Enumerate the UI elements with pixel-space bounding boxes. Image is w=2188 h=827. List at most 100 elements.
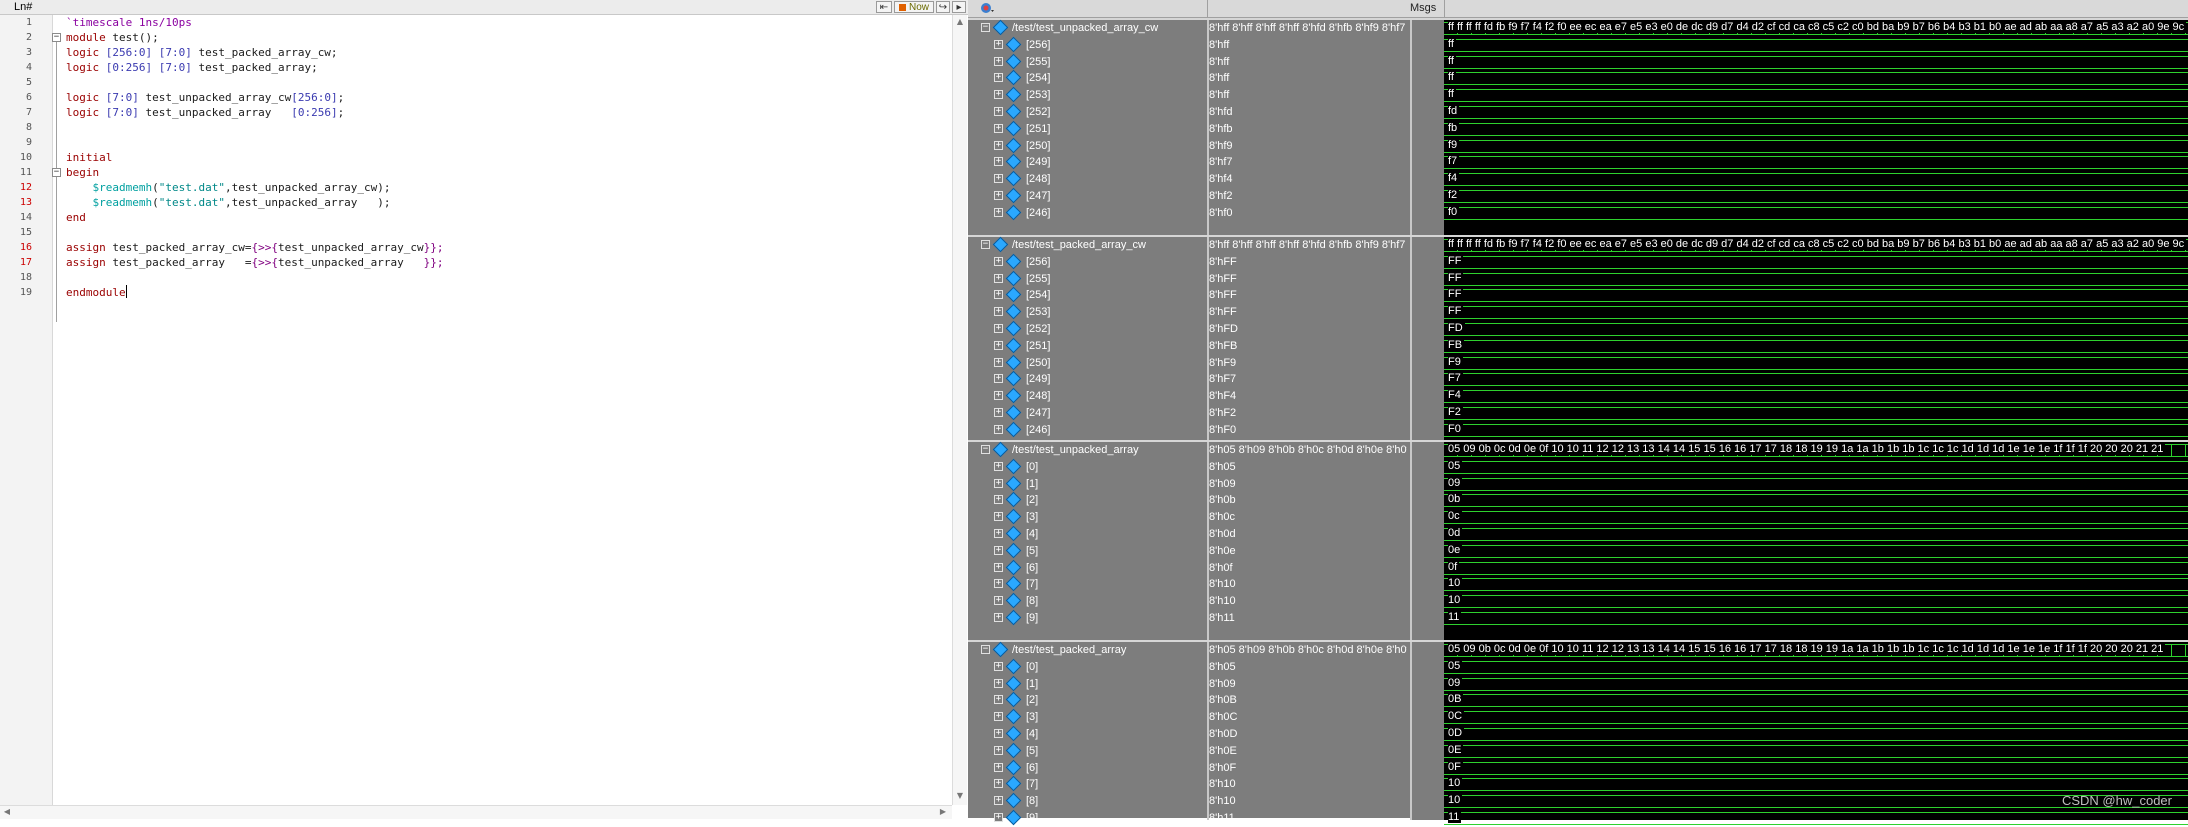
waveform-trace[interactable]: 0B bbox=[1444, 692, 2188, 709]
waveform-trace[interactable]: 0c bbox=[1444, 509, 2188, 526]
signal-row[interactable]: + [255] 8'hFF FF bbox=[968, 270, 2188, 288]
step-button[interactable]: ↪ bbox=[936, 1, 950, 13]
expand-icon[interactable]: + bbox=[994, 729, 1003, 738]
scroll-up-icon[interactable]: ▲ bbox=[955, 17, 965, 27]
expand-icon[interactable]: + bbox=[994, 563, 1003, 572]
expand-icon[interactable]: + bbox=[994, 40, 1003, 49]
expand-icon[interactable]: + bbox=[994, 107, 1003, 116]
waveform-trace[interactable]: ff bbox=[1444, 70, 2188, 87]
waveform-trace[interactable]: 05 09 0b 0c 0d 0e 0f 10 10 11 12 12 13 1… bbox=[1444, 642, 2188, 659]
fold-collapse-icon[interactable]: − bbox=[52, 33, 61, 42]
signal-row[interactable]: + [249] 8'hF7 F7 bbox=[968, 370, 2188, 388]
signal-row[interactable]: + [253] 8'hff ff bbox=[968, 86, 2188, 104]
fold-collapse-icon[interactable]: − bbox=[52, 168, 61, 177]
waveform-trace[interactable]: f0 bbox=[1444, 205, 2188, 222]
signal-row[interactable]: + [252] 8'hFD FD bbox=[968, 320, 2188, 338]
signal-row[interactable]: + [9] 8'h11 11 bbox=[968, 609, 2188, 627]
waveform-trace[interactable]: 0b bbox=[1444, 492, 2188, 509]
waveform-trace[interactable]: 11 bbox=[1444, 610, 2188, 627]
signal-row[interactable]: + [2] 8'h0B 0B bbox=[968, 691, 2188, 709]
signal-row[interactable]: + [248] 8'hf4 f4 bbox=[968, 170, 2188, 188]
waveform-trace[interactable]: 0f bbox=[1444, 560, 2188, 577]
waveform-trace[interactable]: 09 bbox=[1444, 676, 2188, 693]
waveform-trace[interactable]: fd bbox=[1444, 104, 2188, 121]
expand-icon[interactable]: + bbox=[994, 746, 1003, 755]
expand-icon[interactable]: + bbox=[994, 274, 1003, 283]
expand-icon[interactable]: + bbox=[994, 596, 1003, 605]
editor-vertical-scrollbar[interactable]: ▲ ▼ bbox=[952, 15, 967, 805]
signal-row[interactable]: + [256] 8'hFF FF bbox=[968, 253, 2188, 271]
waveform-trace[interactable]: f9 bbox=[1444, 138, 2188, 155]
expand-icon[interactable]: + bbox=[994, 712, 1003, 721]
expand-icon[interactable]: + bbox=[994, 425, 1003, 434]
expand-icon[interactable]: + bbox=[994, 341, 1003, 350]
waveform-trace[interactable]: FF bbox=[1444, 271, 2188, 288]
collapse-icon[interactable]: − bbox=[981, 240, 990, 249]
waveform-trace[interactable]: 0F bbox=[1444, 760, 2188, 777]
expand-icon[interactable]: + bbox=[994, 290, 1003, 299]
waveform-trace[interactable]: 11 bbox=[1444, 810, 2188, 827]
expand-icon[interactable]: + bbox=[994, 613, 1003, 622]
signal-row[interactable]: + [247] 8'hF2 F2 bbox=[968, 404, 2188, 422]
signal-row[interactable]: + [247] 8'hf2 f2 bbox=[968, 187, 2188, 205]
expand-icon[interactable]: + bbox=[994, 495, 1003, 504]
signal-row[interactable]: + [254] 8'hff ff bbox=[968, 69, 2188, 87]
waveform-trace[interactable]: F7 bbox=[1444, 371, 2188, 388]
signal-row[interactable]: + [0] 8'h05 05 bbox=[968, 658, 2188, 676]
signal-row[interactable]: + [8] 8'h10 10 bbox=[968, 792, 2188, 810]
expand-icon[interactable]: + bbox=[994, 124, 1003, 133]
waveform-trace[interactable]: ff ff ff ff fd fb f9 f7 f4 f2 f0 ee ec e… bbox=[1444, 237, 2188, 254]
scroll-right-icon[interactable]: ▶ bbox=[938, 807, 948, 817]
signal-row[interactable]: + [246] 8'hF0 F0 bbox=[968, 421, 2188, 439]
waveform-trace[interactable]: ff ff ff ff fd fb f9 f7 f4 f2 f0 ee ec e… bbox=[1444, 20, 2188, 37]
waveform-trace[interactable]: FF bbox=[1444, 254, 2188, 271]
collapse-icon[interactable]: − bbox=[981, 645, 990, 654]
expand-icon[interactable]: + bbox=[994, 695, 1003, 704]
expand-icon[interactable]: + bbox=[994, 257, 1003, 266]
signal-row[interactable]: + [6] 8'h0f 0f bbox=[968, 559, 2188, 577]
signal-tool-icon[interactable] bbox=[980, 2, 994, 14]
expand-icon[interactable]: + bbox=[994, 391, 1003, 400]
expand-icon[interactable]: + bbox=[994, 157, 1003, 166]
waveform-trace[interactable]: F4 bbox=[1444, 388, 2188, 405]
signal-row[interactable]: + [9] 8'h11 11 bbox=[968, 809, 2188, 827]
signal-row[interactable]: + [1] 8'h09 09 bbox=[968, 675, 2188, 693]
expand-icon[interactable]: + bbox=[994, 73, 1003, 82]
waveform-trace[interactable]: F0 bbox=[1444, 422, 2188, 439]
expand-icon[interactable]: + bbox=[994, 796, 1003, 805]
waveform-trace[interactable]: 05 bbox=[1444, 459, 2188, 476]
waveform-trace[interactable]: 0d bbox=[1444, 526, 2188, 543]
signal-row[interactable]: + [7] 8'h10 10 bbox=[968, 775, 2188, 793]
waveform-trace[interactable]: 10 bbox=[1444, 776, 2188, 793]
signal-row[interactable]: + [1] 8'h09 09 bbox=[968, 475, 2188, 493]
collapse-icon[interactable]: − bbox=[981, 23, 990, 32]
signal-row[interactable]: + [7] 8'h10 10 bbox=[968, 575, 2188, 593]
waveform-trace[interactable]: FB bbox=[1444, 338, 2188, 355]
waveform-trace[interactable]: FF bbox=[1444, 287, 2188, 304]
collapse-icon[interactable]: − bbox=[981, 445, 990, 454]
signal-row[interactable]: + [6] 8'h0F 0F bbox=[968, 759, 2188, 777]
waveform-trace[interactable]: FD bbox=[1444, 321, 2188, 338]
waveform-trace[interactable]: f2 bbox=[1444, 188, 2188, 205]
signal-row[interactable]: + [3] 8'h0C 0C bbox=[968, 708, 2188, 726]
waveform-trace[interactable]: 0D bbox=[1444, 726, 2188, 743]
expand-icon[interactable]: + bbox=[994, 324, 1003, 333]
signal-row[interactable]: + [4] 8'h0D 0D bbox=[968, 725, 2188, 743]
signal-row[interactable]: + [246] 8'hf0 f0 bbox=[968, 204, 2188, 222]
waveform-trace[interactable]: 05 09 0b 0c 0d 0e 0f 10 10 11 12 12 13 1… bbox=[1444, 442, 2188, 459]
column-divider[interactable] bbox=[1444, 0, 1445, 17]
waveform-trace[interactable]: 05 bbox=[1444, 659, 2188, 676]
expand-icon[interactable]: + bbox=[994, 208, 1003, 217]
signal-row[interactable]: + [5] 8'h0E 0E bbox=[968, 742, 2188, 760]
signal-row[interactable]: + [252] 8'hfd fd bbox=[968, 103, 2188, 121]
waveform-trace[interactable]: F9 bbox=[1444, 355, 2188, 372]
signal-row[interactable]: + [249] 8'hf7 f7 bbox=[968, 153, 2188, 171]
expand-icon[interactable]: + bbox=[994, 579, 1003, 588]
expand-icon[interactable]: + bbox=[994, 529, 1003, 538]
expand-icon[interactable]: + bbox=[994, 374, 1003, 383]
waveform-trace[interactable]: ff bbox=[1444, 37, 2188, 54]
expand-icon[interactable]: + bbox=[994, 779, 1003, 788]
signal-row[interactable]: + [3] 8'h0c 0c bbox=[968, 508, 2188, 526]
editor-horizontal-scrollbar[interactable]: ◀ ▶ bbox=[0, 805, 952, 819]
expand-icon[interactable]: + bbox=[994, 662, 1003, 671]
